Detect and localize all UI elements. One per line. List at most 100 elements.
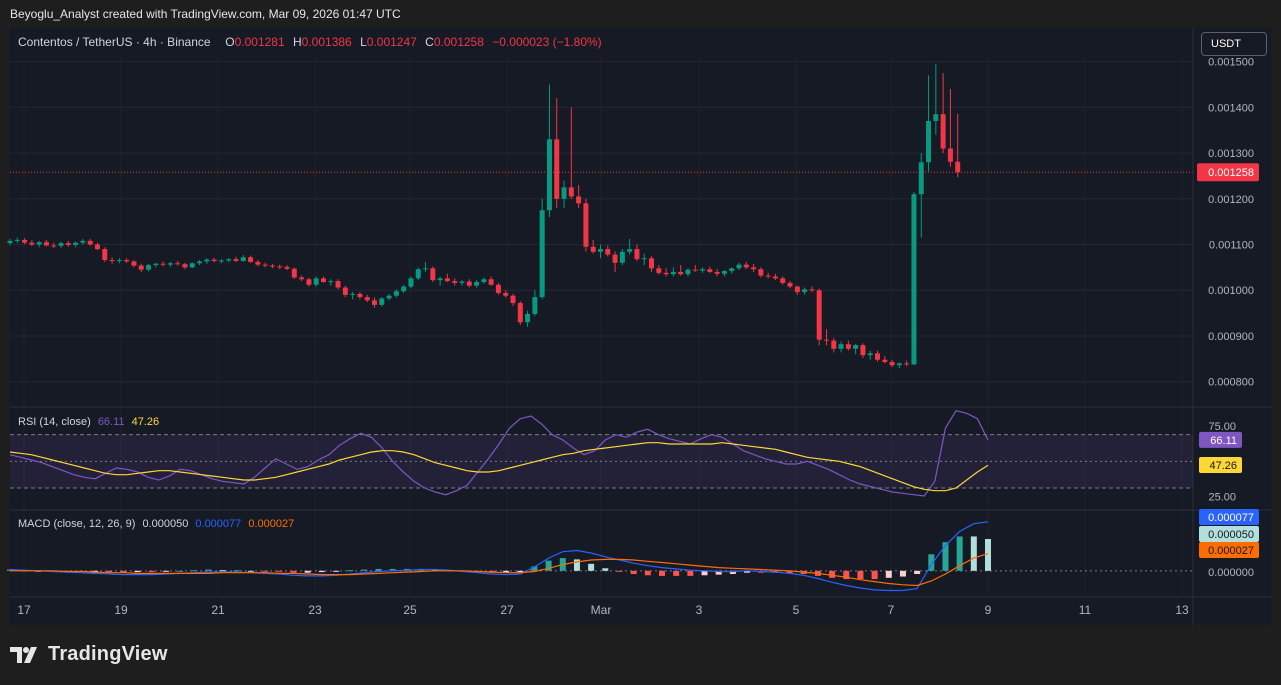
candle-body — [933, 114, 939, 122]
ohlc-high-key: H — [293, 35, 302, 49]
candle-body — [823, 339, 829, 341]
price-tick-label: 0.000900 — [1208, 331, 1254, 343]
macd-signal-value: 0.000027 — [248, 518, 295, 530]
macd-histogram-bar — [602, 568, 609, 571]
candle-body — [87, 240, 93, 245]
ohlc-open-value: 0.001281 — [234, 35, 285, 49]
macd-histogram-bar — [829, 570, 836, 578]
time-tick-label: 27 — [500, 603, 514, 617]
candle-body — [386, 295, 392, 299]
candle-body — [160, 263, 166, 265]
candle-body — [539, 210, 545, 298]
macd-histogram-bar — [687, 570, 694, 576]
candle-body — [379, 298, 385, 305]
candle-body — [306, 279, 312, 285]
macd-histogram-bar — [644, 570, 651, 576]
macd-hist-value: 0.000050 — [142, 518, 189, 530]
candle-body — [525, 314, 531, 323]
chart-canvas[interactable]: 0.001500 0.001400 0.001300 0.001200 0.001100… — [0, 0, 1281, 685]
macd-histogram-bar — [588, 563, 595, 571]
macd-histogram-bar — [899, 570, 906, 577]
brand-footer[interactable]: TradingView — [10, 643, 168, 666]
macd-signal-tag-label: 0.000027 — [1208, 545, 1254, 557]
ohlc-change-value: −0.000023 (−1.80%) — [492, 35, 602, 49]
candle-body — [342, 287, 348, 295]
ohlc-low-key: L — [360, 35, 367, 49]
time-tick-label: 7 — [888, 603, 895, 617]
candle-body — [248, 257, 254, 262]
macd-histogram-bar — [134, 570, 141, 573]
rsi-tick-label: 25.00 — [1208, 492, 1236, 504]
macd-line — [9, 521, 989, 592]
candle-body — [714, 271, 720, 274]
price-tick-label: 0.001200 — [1208, 194, 1254, 206]
candle-body — [423, 268, 429, 270]
candle-body — [65, 243, 71, 245]
symbol-header: Contentos / TetherUS · 4h · Binance O0.0… — [18, 35, 607, 49]
candle-body — [218, 260, 224, 262]
price-tick-label: 0.001000 — [1208, 285, 1254, 297]
candle-body — [656, 268, 662, 273]
candle-body — [73, 242, 79, 245]
macd-histogram-bar — [347, 570, 354, 572]
candle-body — [853, 345, 859, 349]
candle-body — [794, 286, 800, 293]
candle-body — [211, 259, 217, 261]
macd-line-tag-label: 0.000077 — [1208, 512, 1254, 524]
candle-body — [576, 196, 582, 204]
time-tick-label: 23 — [308, 603, 322, 617]
candle-body — [364, 297, 370, 301]
candle-body — [80, 240, 86, 243]
candle-body — [430, 268, 436, 281]
currency-button[interactable]: USDT — [1201, 32, 1267, 56]
candle-body — [517, 303, 523, 323]
price-tick-label: 0.000800 — [1208, 377, 1254, 389]
candle-body — [700, 269, 706, 271]
macd-histogram-bar — [673, 570, 680, 576]
candle-body — [182, 264, 188, 268]
candle-body — [204, 259, 210, 262]
candle-body — [408, 278, 414, 287]
candle-body — [277, 266, 283, 268]
candle-body — [809, 289, 815, 291]
candle-body — [707, 269, 713, 272]
macd-histogram-bar — [361, 569, 368, 571]
macd-histogram-bar — [517, 570, 524, 573]
candle-body — [233, 259, 239, 261]
macd-histogram-bar — [333, 570, 339, 572]
candle-body — [255, 261, 261, 265]
rsi-tick-label: 75.00 — [1208, 421, 1236, 433]
ohlc-low-value: 0.001247 — [366, 35, 417, 49]
time-tick-label: 5 — [793, 603, 800, 617]
candle-body — [415, 269, 421, 279]
candle-body — [926, 121, 932, 163]
candle-body — [882, 359, 888, 363]
candle-body — [816, 290, 822, 340]
candle-body — [262, 264, 268, 266]
candle-body — [474, 282, 480, 286]
rsi-legend[interactable]: RSI (14, close) 66.11 47.26 — [18, 416, 159, 428]
ohlc-open-key: O — [225, 35, 235, 49]
candle-body — [568, 187, 574, 197]
candle-body — [634, 249, 640, 260]
time-tick-label: 3 — [696, 603, 703, 617]
time-tick-label: 11 — [1079, 603, 1092, 617]
rsi-ma-tag-label: 47.26 — [1209, 460, 1237, 472]
candle-body — [641, 258, 647, 260]
rsi-value: 66.11 — [97, 416, 125, 428]
macd-histogram-bar — [177, 570, 184, 572]
macd-histogram-bar — [247, 570, 254, 572]
candle-body — [845, 344, 851, 349]
candle-body — [240, 257, 246, 261]
candle-body — [452, 281, 458, 283]
candle-body — [751, 267, 757, 270]
candle-body — [831, 340, 837, 349]
candle-body — [911, 194, 917, 365]
candle-body — [153, 263, 159, 266]
candle-body — [189, 263, 195, 268]
symbol-line[interactable]: Contentos / TetherUS · 4h · Binance — [18, 35, 211, 49]
price-tick-label: 0.001400 — [1208, 102, 1254, 114]
candle-body — [685, 269, 691, 275]
macd-histogram-bar — [233, 570, 240, 572]
macd-legend[interactable]: MACD (close, 12, 26, 9) 0.000050 0.00007… — [18, 518, 294, 530]
